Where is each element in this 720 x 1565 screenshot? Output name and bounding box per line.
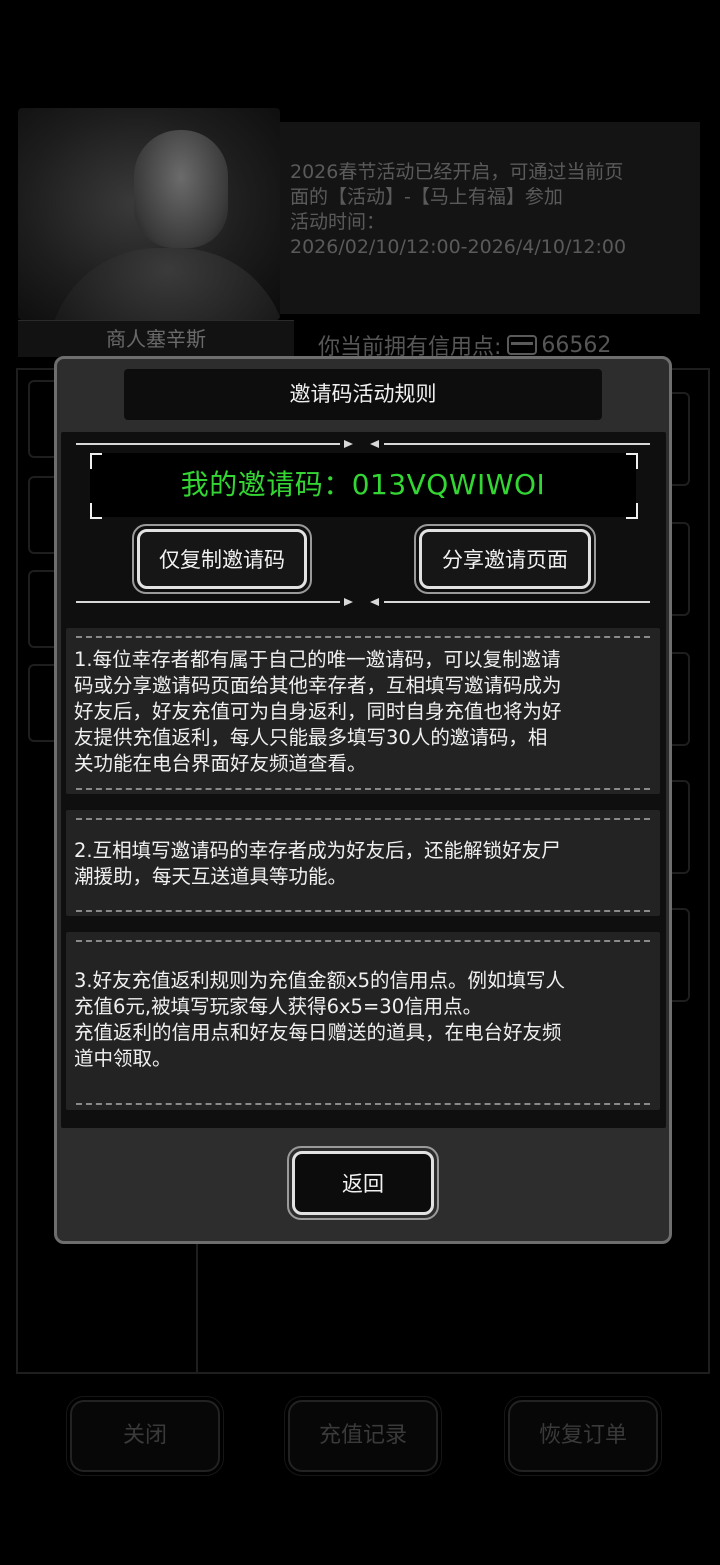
share-invite-page-button[interactable]: 分享邀请页面 — [414, 524, 596, 594]
credit-value: 66562 — [541, 332, 612, 358]
rule-line: 好友后，好友充值可为自身返利，同时自身充值也将为好 — [74, 700, 562, 723]
rule-line: 道中领取。 — [74, 1047, 172, 1070]
restore-order-button[interactable]: 恢复订单 — [504, 1396, 662, 1476]
event-notice: 2026春节活动已经开启，可通过当前页 面的【活动】-【马上有福】参加 活动时间… — [280, 122, 700, 314]
arrow-left-icon — [370, 440, 379, 448]
rule-2-text: 2.互相填写邀请码的幸存者成为好友后，还能解锁好友尸 潮援助，每天互送道具等功能… — [74, 838, 656, 890]
npc-portrait-body — [48, 248, 280, 320]
rule-line: 3.好友充值返利规则为充值金额x5的信用点。例如填写人 — [74, 969, 566, 992]
rule-line: 充值返利的信用点和好友每日赠送的道具，在电台好友频 — [74, 1021, 562, 1044]
notice-line: 活动时间： — [290, 211, 386, 233]
arrow-right-icon — [344, 598, 353, 606]
npc-portrait — [18, 108, 280, 320]
notice-line: 2026/02/10/12:00-2026/4/10/12:00 — [290, 236, 627, 258]
dashed-divider — [76, 818, 650, 820]
rule-line: 关功能在电台界面好友频道查看。 — [74, 752, 367, 775]
invite-code: 我的邀请码：013VQWIWOI — [180, 468, 546, 501]
shop-divider — [196, 1240, 198, 1374]
dashed-divider — [76, 940, 650, 942]
dashed-divider — [76, 910, 650, 912]
rule-3-text: 3.好友充值返利规则为充值金额x5的信用点。例如填写人 充值6元,被填写玩家每人… — [74, 968, 656, 1072]
rule-line: 潮援助，每天互送道具等功能。 — [74, 865, 348, 888]
rule-line: 充值6元,被填写玩家每人获得6x5=30信用点。 — [74, 995, 483, 1018]
dashed-divider — [76, 1103, 650, 1105]
arrow-left-icon — [370, 598, 379, 606]
rule-line: 码或分享邀请码页面给其他幸存者，互相填写邀请码成为 — [74, 674, 562, 697]
ornament-divider — [384, 443, 650, 445]
dashed-divider — [76, 636, 650, 638]
back-button-label: 返回 — [292, 1151, 434, 1215]
credit-card-icon — [507, 335, 538, 355]
share-invite-page-label: 分享邀请页面 — [419, 529, 591, 589]
close-button[interactable]: 关闭 — [66, 1396, 224, 1476]
rule-line: 友提供充值返利，每人只能最多填写30人的邀请码，相 — [74, 726, 548, 749]
npc-portrait-head — [134, 130, 228, 248]
dialog-title: 邀请码活动规则 — [124, 369, 602, 420]
notice-line: 2026春节活动已经开启，可通过当前页 — [290, 161, 624, 183]
ornament-divider — [76, 601, 340, 603]
rule-line: 2.互相填写邀请码的幸存者成为好友后，还能解锁好友尸 — [74, 839, 561, 862]
notice-line: 面的【活动】-【马上有福】参加 — [290, 186, 563, 208]
back-button[interactable]: 返回 — [287, 1146, 439, 1220]
ornament-divider — [384, 601, 650, 603]
rule-line: 1.每位幸存者都有属于自己的唯一邀请码，可以复制邀请 — [74, 648, 561, 671]
arrow-right-icon — [344, 440, 353, 448]
ornament-divider — [76, 443, 340, 445]
copy-invite-code-label: 仅复制邀请码 — [137, 529, 307, 589]
rule-1-text: 1.每位幸存者都有属于自己的唯一邀请码，可以复制邀请 码或分享邀请码页面给其他幸… — [74, 647, 656, 777]
recharge-history-button[interactable]: 充值记录 — [284, 1396, 442, 1476]
copy-invite-code-button[interactable]: 仅复制邀请码 — [132, 524, 312, 594]
npc-name: 商人塞辛斯 — [18, 320, 294, 357]
dashed-divider — [76, 788, 650, 790]
